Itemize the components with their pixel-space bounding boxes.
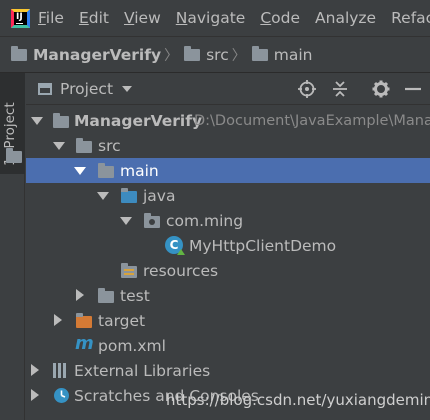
menu-bar: IJ File Edit View Navigate Code Analyze … xyxy=(0,0,430,36)
expand-arrow-icon[interactable] xyxy=(53,142,65,150)
collapse-all-icon[interactable] xyxy=(331,80,349,98)
project-panel: Project ManagerVerify D:\Document\JavaEx… xyxy=(26,73,430,420)
folder-icon xyxy=(6,148,22,163)
expand-arrow-icon[interactable] xyxy=(120,217,132,225)
locate-target-icon[interactable] xyxy=(298,80,316,98)
view-selector-dropdown-icon[interactable] xyxy=(122,85,133,92)
collapse-arrow-icon[interactable] xyxy=(31,389,39,401)
expand-arrow-icon[interactable] xyxy=(31,117,43,125)
tree-node-pom[interactable]: m pom.xml xyxy=(26,333,430,358)
intellij-logo-icon: IJ xyxy=(11,8,30,28)
tree-node-target[interactable]: target xyxy=(26,308,430,333)
panel-title[interactable]: Project xyxy=(60,80,113,98)
tree-node-label: main xyxy=(120,161,159,180)
tree-node-label: External Libraries xyxy=(74,361,211,380)
resources-folder-icon xyxy=(121,263,137,278)
tree-node-label: target xyxy=(98,311,146,330)
project-path: D:\Document\JavaExample\Mana xyxy=(194,112,430,129)
menu-view[interactable]: View xyxy=(124,9,161,27)
folder-icon xyxy=(53,113,69,128)
tree-node-project-root[interactable]: ManagerVerify D:\Document\JavaExample\Ma… xyxy=(26,108,430,133)
tree-node-test[interactable]: test xyxy=(26,283,430,308)
panel-header: Project xyxy=(26,73,430,105)
tree-node-label: src xyxy=(98,136,121,155)
folder-icon xyxy=(98,163,114,178)
collapse-arrow-icon[interactable] xyxy=(54,314,62,326)
tree-node-label: test xyxy=(120,286,150,305)
breadcrumb-item-project[interactable]: ManagerVerify xyxy=(11,45,161,64)
menu-analyze[interactable]: Analyze xyxy=(315,9,376,27)
collapse-arrow-icon[interactable] xyxy=(76,289,84,301)
scratches-icon xyxy=(53,387,70,408)
watermark-url: https://blog.csdn.net/yuxiangdeming xyxy=(166,391,430,409)
breadcrumb-item-main[interactable]: main xyxy=(251,45,312,64)
menu-code[interactable]: Code xyxy=(260,9,300,27)
tree-node-external-libraries[interactable]: External Libraries xyxy=(26,358,430,383)
folder-icon xyxy=(98,288,114,303)
maven-icon: m xyxy=(75,333,94,354)
breadcrumb-item-src[interactable]: src xyxy=(184,45,229,64)
menu-refactor[interactable]: Refact xyxy=(391,9,430,27)
gear-icon[interactable] xyxy=(372,80,390,98)
source-folder-icon xyxy=(121,188,137,203)
expand-arrow-icon[interactable] xyxy=(97,192,109,200)
minimize-icon[interactable] xyxy=(404,80,422,98)
folder-icon xyxy=(251,45,268,61)
tree-node-class[interactable]: C MyHttpClientDemo xyxy=(26,233,430,258)
tree-node-main[interactable]: main xyxy=(26,158,430,183)
expand-arrow-icon[interactable] xyxy=(74,167,86,175)
project-view-icon xyxy=(38,82,52,95)
breadcrumb-separator: 〉 xyxy=(231,47,246,64)
tree-node-label: MyHttpClientDemo xyxy=(189,236,337,255)
tree-node-resources[interactable]: resources xyxy=(26,258,430,283)
tree-node-java[interactable]: java xyxy=(26,183,430,208)
breadcrumb: ManagerVerify 〉 src 〉 main xyxy=(0,36,430,73)
menu-navigate[interactable]: Navigate xyxy=(176,9,246,27)
menu-file[interactable]: File xyxy=(38,9,64,27)
run-marker-icon xyxy=(177,249,185,255)
tool-window-tab-project[interactable]: 1: Project xyxy=(0,73,25,174)
folder-icon xyxy=(11,45,27,61)
tree-node-label: resources xyxy=(143,261,219,280)
breadcrumb-separator: 〉 xyxy=(164,47,179,64)
library-icon xyxy=(53,363,69,382)
tree-node-label: java xyxy=(143,186,176,205)
folder-icon xyxy=(76,138,92,153)
excluded-folder-icon xyxy=(76,313,92,328)
folder-icon xyxy=(184,45,201,61)
tree-node-label: ManagerVerify xyxy=(74,111,203,130)
tool-window-strip: 1: Project xyxy=(0,73,25,420)
tree-node-label: com.ming xyxy=(166,211,244,230)
tree-node-label: pom.xml xyxy=(98,336,166,355)
tree-node-src[interactable]: src xyxy=(26,133,430,158)
menu-edit[interactable]: Edit xyxy=(79,9,109,27)
collapse-arrow-icon[interactable] xyxy=(31,364,39,376)
package-icon xyxy=(144,213,160,228)
tree-node-package[interactable]: com.ming xyxy=(26,208,430,233)
